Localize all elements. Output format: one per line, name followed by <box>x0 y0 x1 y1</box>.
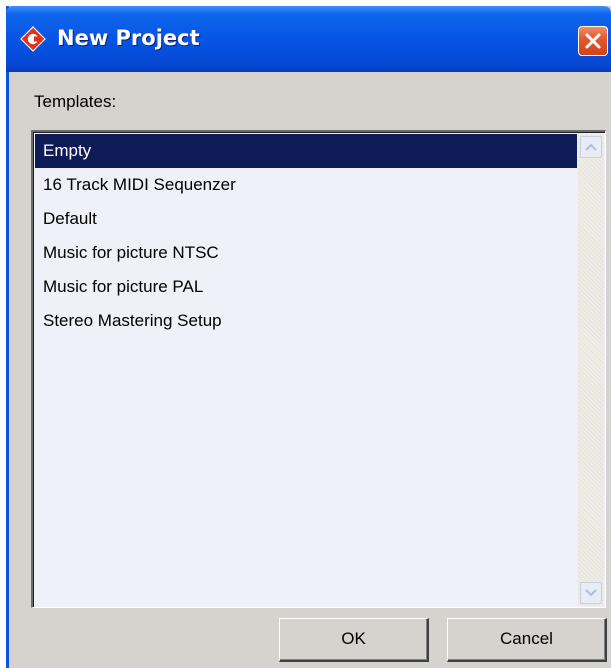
scroll-up-button[interactable] <box>580 136 602 158</box>
chevron-down-icon <box>585 589 597 597</box>
templates-listbox[interactable]: Empty 16 Track MIDI Sequenzer Default Mu… <box>31 130 606 608</box>
template-item-music-for-picture-pal[interactable]: Music for picture PAL <box>35 270 577 304</box>
template-item-default[interactable]: Default <box>35 202 577 236</box>
cancel-button[interactable]: Cancel <box>447 618 607 662</box>
vertical-scrollbar[interactable] <box>578 134 604 606</box>
template-item-music-for-picture-ntsc[interactable]: Music for picture NTSC <box>35 236 577 270</box>
chevron-up-icon <box>585 143 597 151</box>
new-project-dialog: New Project Templates: Empty 16 Track MI… <box>6 6 611 668</box>
template-item-empty[interactable]: Empty <box>35 134 577 168</box>
template-item-16-track-midi-sequenzer[interactable]: 16 Track MIDI Sequenzer <box>35 168 577 202</box>
ok-button[interactable]: OK <box>279 618 429 662</box>
scroll-down-button[interactable] <box>580 582 602 604</box>
dialog-title: New Project <box>57 26 200 50</box>
templates-label: Templates: <box>34 92 117 111</box>
templates-list: Empty 16 Track MIDI Sequenzer Default Mu… <box>35 134 577 338</box>
template-item-stereo-mastering-setup[interactable]: Stereo Mastering Setup <box>35 304 577 338</box>
close-button[interactable] <box>578 26 608 56</box>
cubase-logo-icon <box>20 26 46 52</box>
close-icon <box>585 33 601 49</box>
title-bar[interactable]: New Project <box>6 6 611 72</box>
